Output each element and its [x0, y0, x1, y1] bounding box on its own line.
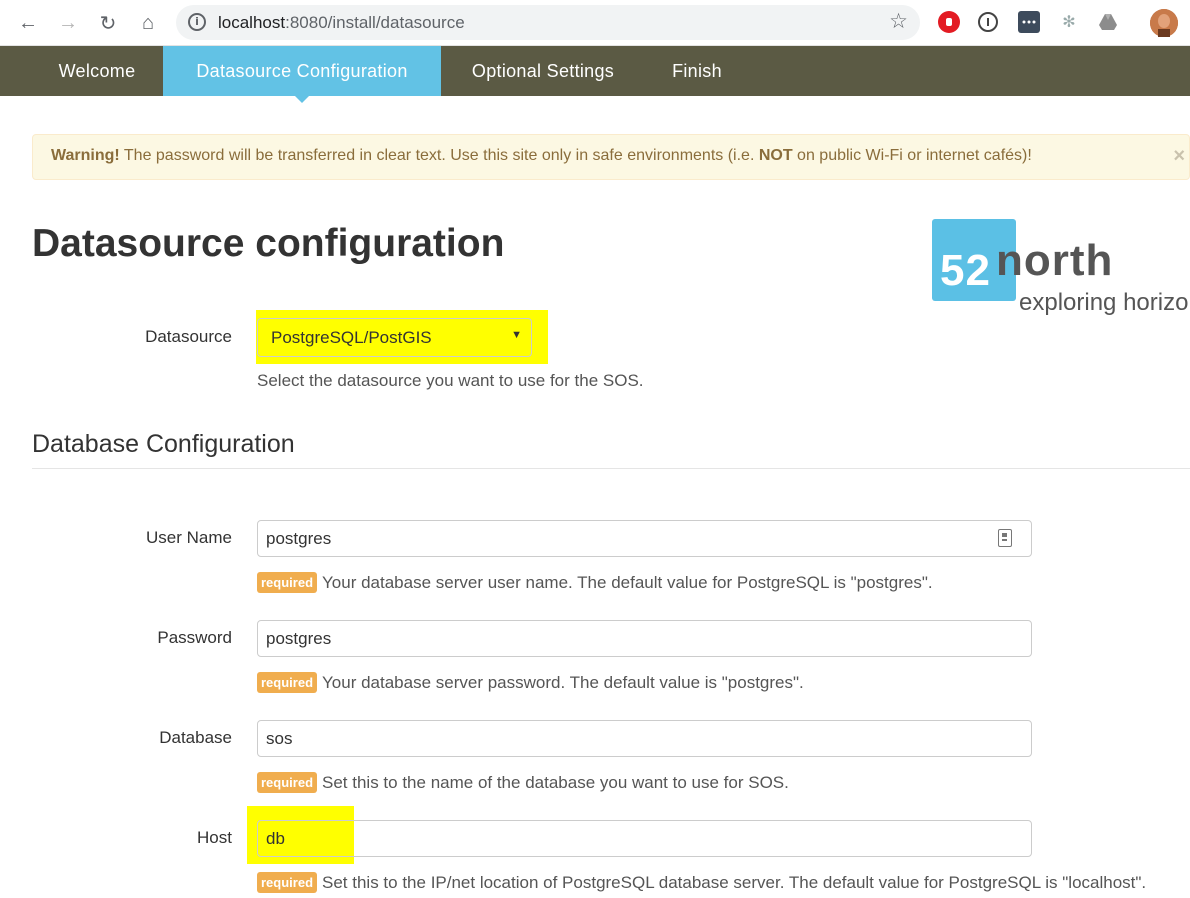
url-text[interactable]: localhost:8080/install/datasource: [218, 13, 465, 33]
database-input[interactable]: sos: [257, 720, 1032, 757]
url-host: localhost: [218, 13, 286, 32]
warning-alert: Warning! The password will be transferre…: [32, 134, 1190, 180]
close-icon[interactable]: ×: [1173, 145, 1185, 168]
tab-optional-settings[interactable]: Optional Settings: [441, 46, 645, 96]
datasource-help: Select the datasource you want to use fo…: [257, 371, 644, 390]
host-label: Host: [197, 828, 232, 847]
username-help-text: Your database server user name. The defa…: [322, 573, 933, 592]
datasource-select[interactable]: PostgreSQL/PostGIS ▼: [257, 318, 532, 357]
alert-strong: Warning!: [51, 147, 120, 164]
section-title: Database Configuration: [32, 430, 295, 458]
avatar[interactable]: [1150, 9, 1178, 37]
site-info-icon[interactable]: i: [188, 13, 206, 31]
username-value: postgres: [266, 529, 332, 548]
url-path: :8080/install/datasource: [285, 13, 465, 32]
tab-datasource-configuration[interactable]: Datasource Configuration: [163, 46, 441, 103]
snowflake-icon[interactable]: ✻: [1058, 11, 1080, 33]
database-help: required Set this to the name of the data…: [257, 772, 789, 793]
host-value: db: [266, 829, 285, 848]
password-help-text: Your database server password. The defau…: [322, 673, 804, 692]
password-value: postgres: [266, 629, 332, 648]
password-icon[interactable]: [978, 12, 998, 32]
browser-toolbar: ← → ↻ ⌂ i localhost:8080/install/datasou…: [0, 0, 1190, 46]
required-badge: required: [257, 672, 318, 693]
dots-icon[interactable]: [1018, 11, 1040, 33]
bookmark-star-icon[interactable]: ☆: [889, 9, 908, 34]
datasource-value: PostgreSQL/PostGIS: [271, 328, 432, 347]
username-input[interactable]: postgres: [257, 520, 1032, 557]
required-badge: required: [257, 872, 318, 893]
host-input[interactable]: db: [257, 820, 1032, 857]
logo-word: north: [996, 236, 1114, 285]
password-help: required Your database server password. T…: [257, 672, 804, 693]
tab-welcome[interactable]: Welcome: [32, 46, 162, 96]
password-label: Password: [157, 628, 232, 647]
database-help-text: Set this to the name of the database you…: [322, 773, 789, 792]
host-help: required Set this to the IP/net location …: [257, 872, 1146, 893]
tab-finish[interactable]: Finish: [646, 46, 748, 96]
logo-tagline: exploring horizons: [1019, 289, 1190, 316]
dropdown-arrow-icon: ▼: [511, 329, 522, 341]
install-nav: Welcome Datasource Configuration Optiona…: [0, 46, 1190, 103]
forward-icon[interactable]: →: [54, 9, 82, 37]
username-label: User Name: [146, 528, 232, 547]
home-icon[interactable]: ⌂: [134, 9, 162, 37]
datasource-label: Datasource: [145, 327, 232, 346]
drive-icon[interactable]: [1097, 11, 1119, 33]
database-value: sos: [266, 729, 293, 748]
reload-icon[interactable]: ↻: [94, 9, 122, 37]
page-title: Datasource configuration: [32, 222, 505, 265]
back-icon[interactable]: ←: [14, 9, 42, 37]
host-help-text: Set this to the IP/net location of Postg…: [322, 873, 1147, 892]
required-badge: required: [257, 772, 318, 793]
required-badge: required: [257, 572, 318, 593]
username-help: required Your database server user name. …: [257, 572, 933, 593]
alert-not: NOT: [758, 147, 793, 164]
address-bar[interactable]: i localhost:8080/install/datasource ☆: [176, 5, 920, 40]
database-label: Database: [159, 728, 232, 747]
section-divider: [32, 468, 1190, 469]
alert-text-1: The password will be transferred in clea…: [119, 147, 759, 164]
autofill-key-icon[interactable]: [998, 529, 1012, 547]
alert-text-2: on public Wi-Fi or internet cafés)!: [792, 147, 1032, 164]
password-input[interactable]: postgres: [257, 620, 1032, 657]
logo-number: 52: [940, 246, 991, 295]
stop-icon[interactable]: [938, 11, 960, 33]
